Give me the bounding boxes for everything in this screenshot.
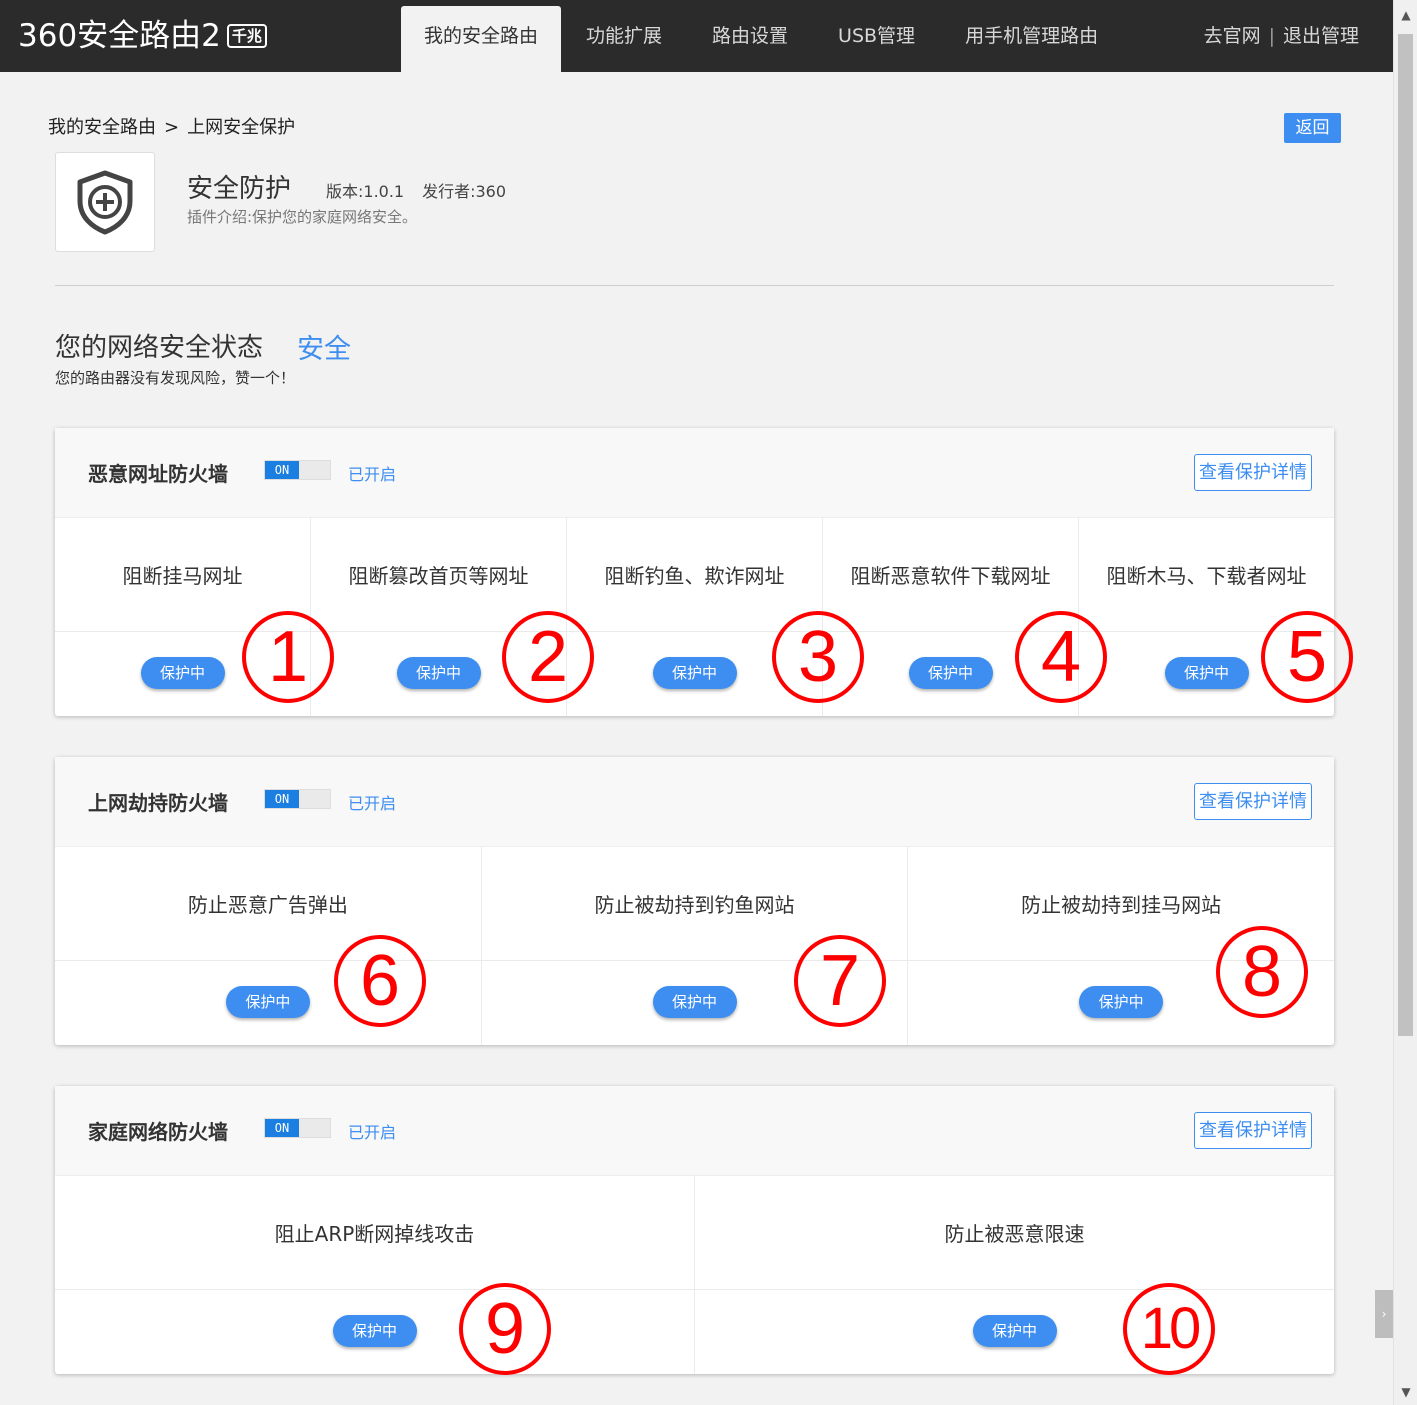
plugin-description: 插件介绍:保护您的家庭网络安全。 [187,208,418,226]
panel-header: 上网劫持防火墙 ON 已开启 查看保护详情 [55,757,1334,847]
link-separator: | [1268,25,1275,47]
toggle-on-label: ON [265,790,299,808]
firewall-toggle[interactable]: ON [264,460,331,480]
breadcrumb-arrow: > [164,117,180,138]
protection-item-label: 阻止ARP断网掉线攻击 [55,1176,694,1290]
protection-item: 防止被恶意限速 保护中 [695,1176,1334,1374]
protecting-status-badge[interactable]: 保护中 [1079,986,1164,1018]
protection-item: 阻止ARP断网掉线攻击 保护中 [55,1176,695,1374]
annotation-mark: 2 [502,611,594,703]
top-links: 去官网 | 退出管理 [1204,0,1359,72]
plugin-title: 安全防护 [187,174,292,204]
scrollbar[interactable]: ▲ ▼ [1393,0,1417,1405]
annotation-mark: 8 [1216,926,1308,1018]
official-site-link[interactable]: 去官网 [1204,0,1261,72]
breadcrumb-current: 上网安全保护 [187,117,296,138]
annotation-mark: 5 [1261,611,1353,703]
protecting-status-badge[interactable]: 保护中 [225,986,310,1018]
panel-title: 家庭网络防火墙 [88,1120,228,1144]
plugin-publisher: 发行者:360 [422,182,507,201]
annotation-mark: 4 [1015,611,1107,703]
tab-mobile-manage[interactable]: 用手机管理路由 [940,0,1123,72]
shield-plus-icon [77,170,133,235]
toggle-state-text: 已开启 [348,794,397,813]
annotation-mark: 7 [794,935,886,1027]
top-nav-bar: 360安全路由2 千兆 我的安全路由 功能扩展 路由设置 USB管理 用手机管理… [0,0,1393,72]
scroll-down-icon[interactable]: ▼ [1394,1381,1417,1403]
panel-title: 上网劫持防火墙 [88,791,228,815]
hijack-firewall-panel: 上网劫持防火墙 ON 已开启 查看保护详情 防止恶意广告弹出 保护中 防止被劫持… [55,757,1335,1045]
protection-item: 防止恶意广告弹出 保护中 [55,847,482,1045]
panel-header: 家庭网络防火墙 ON 已开启 查看保护详情 [55,1086,1334,1176]
logo-text: 360安全路由2 [18,18,221,54]
logout-link[interactable]: 退出管理 [1283,0,1359,72]
protection-items: 阻断挂马网址 保护中 阻断篡改首页等网址 保护中 阻断钓鱼、欺诈网址 保护中 阻… [55,518,1334,716]
annotation-mark: 3 [772,611,864,703]
logo-badge: 千兆 [226,24,267,48]
security-status-subtitle: 您的路由器没有发现风险，赞一个！ [55,369,296,387]
protection-item-label: 阻断钓鱼、欺诈网址 [567,518,822,632]
protecting-status-badge[interactable]: 保护中 [332,1315,417,1347]
toggle-state-text: 已开启 [348,1123,397,1142]
annotation-mark: 1 [242,611,334,703]
logo[interactable]: 360安全路由2 千兆 [18,14,267,58]
tab-my-router[interactable]: 我的安全路由 [401,6,562,72]
security-status-value: 安全 [297,334,351,365]
breadcrumb-root[interactable]: 我的安全路由 [48,117,156,138]
annotation-mark: 10 [1123,1283,1215,1375]
protecting-status-badge[interactable]: 保护中 [652,986,737,1018]
tab-extensions[interactable]: 功能扩展 [561,0,687,72]
protecting-status-badge[interactable]: 保护中 [652,657,737,689]
view-details-button[interactable]: 查看保护详情 [1194,1112,1312,1149]
protecting-status-badge[interactable]: 保护中 [908,657,993,689]
toggle-state-text: 已开启 [348,465,397,484]
scrollbar-thumb[interactable] [1398,34,1413,1036]
view-details-button[interactable]: 查看保护详情 [1194,783,1312,820]
annotation-mark: 9 [459,1283,551,1375]
tab-router-settings[interactable]: 路由设置 [687,0,813,72]
protecting-status-badge[interactable]: 保护中 [396,657,481,689]
plugin-icon-box [55,152,155,252]
plugin-version: 版本:1.0.1 [326,182,405,201]
toggle-on-label: ON [265,1119,299,1137]
annotation-mark: 6 [334,935,426,1027]
scroll-up-icon[interactable]: ▲ [1394,4,1417,26]
main-nav: 我的安全路由 功能扩展 路由设置 USB管理 用手机管理路由 [401,0,1123,72]
firewall-toggle[interactable]: ON [264,1118,331,1138]
divider [55,285,1334,286]
panel-title: 恶意网址防火墙 [88,462,228,486]
protection-item-label: 防止被恶意限速 [695,1176,1334,1290]
breadcrumb: 我的安全路由 > 上网安全保护 [48,113,295,139]
tab-usb[interactable]: USB管理 [813,0,940,72]
protecting-status-badge[interactable]: 保护中 [972,1315,1057,1347]
view-details-button[interactable]: 查看保护详情 [1194,454,1312,491]
firewall-toggle[interactable]: ON [264,789,331,809]
toggle-on-label: ON [265,461,299,479]
protection-items: 防止恶意广告弹出 保护中 防止被劫持到钓鱼网站 保护中 防止被劫持到挂马网站 保… [55,847,1335,1045]
security-status-title: 您的网络安全状态 [55,333,264,363]
plugin-meta: 版本:1.0.1 发行者:360 [326,178,506,202]
panel-header: 恶意网址防火墙 ON 已开启 查看保护详情 [55,428,1334,518]
protection-item-label: 防止恶意广告弹出 [55,847,481,961]
protecting-status-badge[interactable]: 保护中 [140,657,225,689]
protecting-status-badge[interactable]: 保护中 [1164,657,1249,689]
back-button[interactable]: 返回 [1284,113,1341,143]
scroll-to-top-icon[interactable]: › [1375,1290,1393,1338]
